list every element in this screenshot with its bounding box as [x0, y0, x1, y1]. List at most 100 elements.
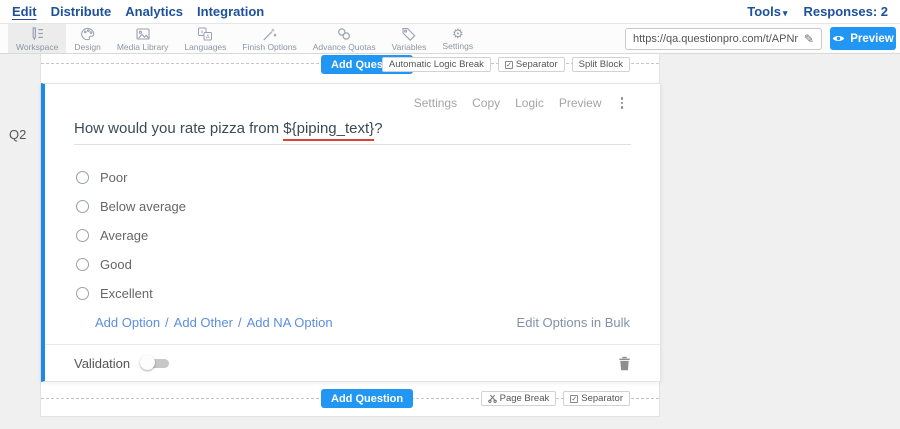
checked-checkbox-icon: ✓	[505, 61, 513, 69]
toolbar-label: Languages	[184, 42, 226, 52]
link-separator: /	[238, 315, 242, 330]
toolbar-item-design[interactable]: Design	[66, 24, 108, 53]
link-separator: /	[165, 315, 169, 330]
question-text-before: How would you rate pizza from	[74, 120, 283, 137]
radio-button-icon[interactable]	[76, 287, 89, 300]
top-insert-chips: Automatic Logic Break ✓ Separator Split …	[382, 57, 630, 72]
gear-icon: ⚙	[452, 27, 464, 40]
question-text-after: ?	[374, 120, 382, 137]
trash-icon	[618, 356, 631, 371]
option-row: Average	[74, 221, 630, 250]
nav-item-analytics[interactable]: Analytics	[125, 4, 183, 19]
page-break-chip-label: Page Break	[500, 393, 550, 404]
nav-item-edit[interactable]: Edit	[12, 4, 37, 19]
preview-label: Preview	[850, 33, 893, 45]
separator-chip[interactable]: ✓ Separator	[563, 391, 630, 406]
answer-options-list: Poor Below average Average Good Excellen…	[74, 163, 630, 308]
toolbar-item-variables[interactable]: Variables	[384, 24, 435, 53]
nav-menu: Edit Distribute Analytics Integration	[12, 4, 264, 19]
question-card-footer: Validation	[45, 344, 660, 381]
languages-translate-icon: xA	[197, 27, 213, 41]
responses-link[interactable]: Responses: 2	[803, 4, 888, 19]
question-settings-link[interactable]: Settings	[414, 96, 457, 110]
validation-toggle[interactable]	[140, 355, 171, 371]
magic-wand-icon	[262, 27, 278, 41]
option-row: Below average	[74, 192, 630, 221]
separator-chip-label: Separator	[516, 59, 558, 70]
page-break-chip[interactable]: Page Break	[481, 391, 557, 406]
option-label[interactable]: Below average	[100, 199, 186, 214]
toolbar-item-advance-quotas[interactable]: Advance Quotas	[305, 24, 384, 53]
separator-chip[interactable]: ✓ Separator	[498, 57, 565, 72]
chain-links-icon	[336, 27, 352, 41]
question-input-underline	[74, 144, 631, 145]
add-option-link[interactable]: Add Option	[95, 315, 160, 330]
question-number-label: Q2	[9, 127, 26, 142]
option-label[interactable]: Poor	[100, 170, 127, 185]
survey-url-field[interactable]: https://qa.questionpro.com/t/APNrFZgR ✎	[625, 28, 822, 50]
top-navbar: Edit Distribute Analytics Integration To…	[0, 0, 900, 24]
radio-button-icon[interactable]	[76, 229, 89, 242]
option-row: Good	[74, 250, 630, 279]
nav-right: Tools▾ Responses: 2	[747, 4, 888, 19]
toolbar-item-languages[interactable]: xA Languages	[176, 24, 234, 53]
option-row: Poor	[74, 163, 630, 192]
checked-checkbox-icon: ✓	[570, 395, 578, 403]
design-palette-icon	[80, 27, 96, 41]
scissors-icon	[488, 394, 497, 403]
add-question-button-bottom[interactable]: Add Question	[321, 389, 413, 408]
chevron-down-icon: ▾	[783, 8, 788, 18]
edit-url-pencil-icon[interactable]: ✎	[798, 32, 814, 46]
tag-icon	[401, 27, 417, 41]
question-logic-link[interactable]: Logic	[515, 96, 544, 110]
media-image-icon	[135, 27, 151, 41]
workspace-icon	[29, 27, 45, 41]
question-preview-link[interactable]: Preview	[559, 96, 602, 110]
editor-toolbar: Workspace Design Media Library xA Langua…	[0, 24, 900, 54]
question-text-field[interactable]: How would you rate pizza from ${piping_t…	[74, 120, 383, 137]
option-label[interactable]: Excellent	[100, 286, 153, 301]
toolbar-label: Advance Quotas	[313, 42, 376, 52]
bottom-insert-bar: Add Question Page Break ✓ Separator	[41, 382, 659, 417]
eye-icon	[832, 34, 845, 43]
toolbar-label: Settings	[442, 41, 473, 51]
top-insert-bar: Add Question Automatic Logic Break ✓ Sep…	[41, 54, 659, 83]
option-label[interactable]: Average	[100, 228, 148, 243]
edit-options-in-bulk-link[interactable]: Edit Options in Bulk	[517, 315, 630, 330]
toolbar-item-media-library[interactable]: Media Library	[109, 24, 177, 53]
toolbar-label: Workspace	[16, 42, 58, 52]
option-label[interactable]: Good	[100, 257, 132, 272]
nav-item-integration[interactable]: Integration	[197, 4, 264, 19]
add-other-link[interactable]: Add Other	[174, 315, 233, 330]
nav-item-distribute[interactable]: Distribute	[51, 4, 112, 19]
radio-button-icon[interactable]	[76, 258, 89, 271]
toolbar-label: Finish Options	[242, 42, 296, 52]
toolbar-item-finish-options[interactable]: Finish Options	[234, 24, 304, 53]
toolbar-label: Design	[74, 42, 100, 52]
toolbar-label: Variables	[392, 42, 427, 52]
workspace-panel: Add Question Automatic Logic Break ✓ Sep…	[40, 54, 660, 417]
validation-label: Validation	[74, 356, 130, 371]
tools-dropdown[interactable]: Tools▾	[747, 4, 787, 19]
preview-button[interactable]: Preview	[830, 27, 896, 50]
option-row: Excellent	[74, 279, 630, 308]
option-actions-row: Add Option / Add Other / Add NA Option E…	[95, 315, 630, 330]
radio-button-icon[interactable]	[76, 171, 89, 184]
split-block-chip[interactable]: Split Block	[572, 57, 630, 72]
separator-chip-label: Separator	[581, 393, 623, 404]
add-na-option-link[interactable]: Add NA Option	[247, 315, 333, 330]
kebab-menu-icon[interactable]	[617, 96, 628, 110]
radio-button-icon[interactable]	[76, 200, 89, 213]
tools-label: Tools	[747, 4, 781, 19]
svg-text:x: x	[201, 29, 204, 35]
delete-question-button[interactable]	[618, 356, 631, 371]
question-card: Settings Copy Logic Preview How would yo…	[41, 83, 661, 382]
piping-text-token[interactable]: ${piping_text}	[283, 120, 374, 141]
toolbar-item-workspace[interactable]: Workspace	[8, 24, 66, 53]
svg-text:A: A	[206, 34, 210, 40]
toolbar-item-settings[interactable]: ⚙ Settings	[434, 24, 481, 53]
automatic-logic-break-chip[interactable]: Automatic Logic Break	[382, 57, 491, 72]
question-copy-link[interactable]: Copy	[472, 96, 500, 110]
bottom-insert-chips: Page Break ✓ Separator	[481, 391, 630, 406]
survey-url-value: https://qa.questionpro.com/t/APNrFZgR	[633, 33, 798, 45]
